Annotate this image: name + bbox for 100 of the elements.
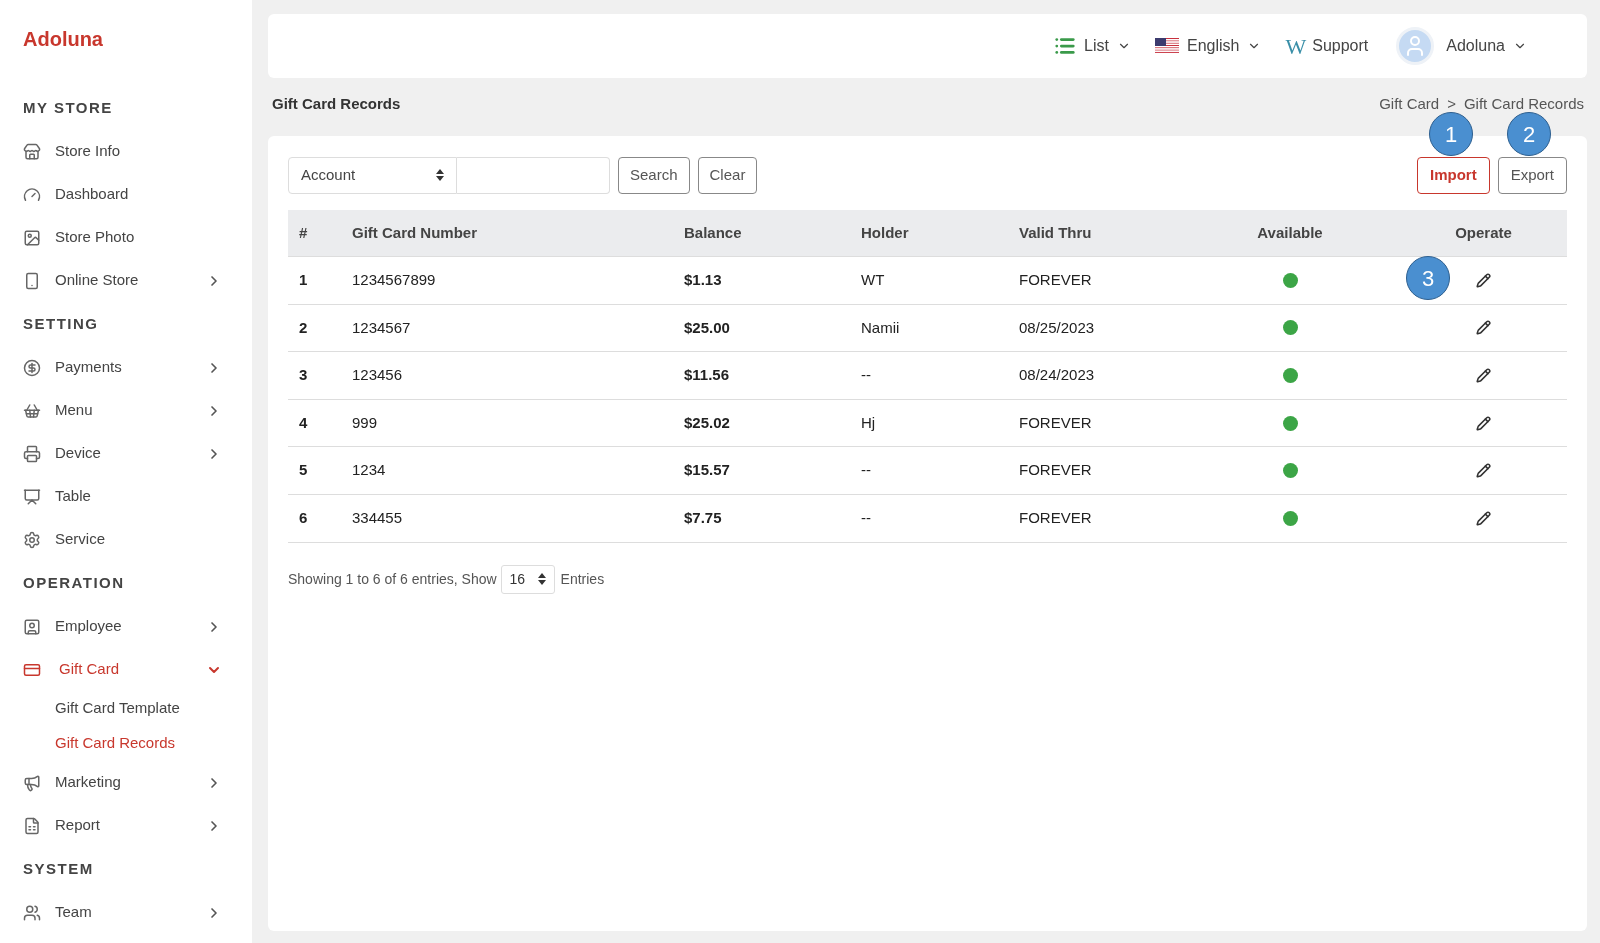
edit-icon[interactable] [1476,415,1491,431]
dollar-icon [23,358,41,377]
users-icon [23,903,41,922]
view-dropdown[interactable]: List [1054,34,1131,58]
page-size-select[interactable]: 16 [500,564,555,594]
brand-logo[interactable]: Adoluna [23,24,103,54]
column-header: # [298,222,309,243]
table-cell-text: 5 [298,460,308,481]
basket-icon [23,401,41,420]
spreadsheet-icon [23,816,41,835]
badge-icon [23,617,41,636]
column-header: Valid Thru [1019,222,1093,243]
sidebar-item[interactable]: Device [23,432,222,475]
edit-icon[interactable] [1476,320,1491,336]
table-cell-text: $1.13 [684,270,722,291]
clear-button[interactable]: Clear [697,156,758,194]
sidebar-item[interactable]: Store Photo [23,216,222,259]
table-cell-text: 1234567 [352,317,411,338]
column-header: Operate [1455,222,1512,243]
breadcrumb-separator: > [1447,93,1456,114]
gauge-icon [23,185,41,204]
sidebar-subitem[interactable]: Gift Card Template [55,691,180,726]
table-cell-text: Namii [861,317,900,338]
table-cell-text: FOREVER [1019,460,1092,481]
edit-icon[interactable] [1476,272,1491,288]
page-title: Gift Card Records [272,93,401,114]
table-cell-text: 4 [298,412,308,433]
table-cell-text: FOREVER [1019,270,1092,291]
table-cell-text: $15.57 [684,460,730,481]
table-cell-text: 123456 [352,365,403,386]
sidebar-item[interactable]: Table [23,475,222,518]
section-heading: SETTING [23,313,99,334]
table-cell-text: 08/25/2023 [1019,317,1095,338]
column-header: Balance [684,222,743,243]
column-header: Available [1257,222,1323,243]
table-cell-text: 6 [298,508,308,528]
section-heading: SYSTEM [23,858,94,879]
sidebar-item[interactable]: Menu [23,389,222,432]
table-cell-text: -- [861,508,871,528]
sidebar-item[interactable]: Dashboard [23,173,222,216]
entries-label: Entries [560,569,605,589]
user-menu[interactable]: Adoluna [1396,27,1527,65]
callout-marker: 2 [1507,112,1551,156]
language-dropdown[interactable]: English [1155,34,1262,58]
table-cell-text: $7.75 [684,508,722,528]
table-cell-text: FOREVER [1019,412,1092,433]
table-cell-text: 1234 [352,460,386,481]
section-heading: MY STORE [23,97,113,118]
sort-arrows-icon [436,169,444,181]
list-icon [1054,35,1077,57]
table-cell-text: $11.56 [684,365,730,386]
phone-icon [23,271,41,290]
sidebar-item[interactable]: Team [23,891,222,934]
table-cell-text: 334455 [352,508,403,528]
table-cell-text: 1 [298,270,308,291]
table-cell-text: -- [861,460,871,481]
column-header: Holder [861,222,910,243]
megaphone-icon [23,773,41,792]
table-cell-text: 2 [298,317,308,338]
table-cell-text: $25.02 [684,412,730,433]
table-cell-text: 999 [352,412,378,433]
table-cell-text: 08/24/2023 [1019,365,1095,386]
support-link[interactable]: W Support [1285,29,1369,63]
store-icon [23,142,41,161]
table-cell-text: -- [861,365,871,386]
table-cell-text: $25.00 [684,317,730,338]
table-cell-text: WT [861,270,885,291]
sidebar-item[interactable]: Marketing [23,761,222,804]
edit-icon[interactable] [1476,463,1491,479]
edit-icon[interactable] [1476,510,1491,526]
table-cell-text: 3 [298,365,308,386]
easel-icon [23,487,41,506]
callout-marker: 1 [1429,112,1473,156]
sidebar-item[interactable]: Payments [23,346,222,389]
search-field[interactable] [457,156,610,194]
table-cell-text: FOREVER [1019,508,1092,528]
sidebar-item[interactable]: Store Info [23,130,222,173]
section-heading: OPERATION [23,572,125,593]
avatar [1396,27,1435,65]
sidebar-item[interactable]: Online Store [23,259,222,302]
column-header: Gift Card Number [352,222,478,243]
sidebar-item[interactable]: Employee [23,605,222,648]
image-icon [23,228,41,247]
flag-icon [1155,38,1179,54]
sort-arrows-icon [537,573,546,586]
search-button[interactable]: Search [618,156,690,194]
sidebar-item[interactable]: Service [23,518,222,561]
edit-icon[interactable] [1476,368,1491,383]
support-logo: W [1285,32,1307,61]
sidebar-item[interactable]: Gift Card [23,648,222,691]
import-button[interactable]: Import [1416,156,1490,194]
sidebar-subitem[interactable]: Gift Card Records [55,726,176,761]
sidebar-item[interactable]: Report [23,804,222,847]
field-select[interactable]: Account [288,156,457,194]
gear-icon [23,530,41,549]
entries-summary: Showing 1 to 6 of 6 entries, Show [288,569,497,589]
table-cell-text: 1234567899 [352,270,436,291]
printer-icon [23,444,41,463]
table-cell-text: Hj [861,412,876,433]
export-button[interactable]: Export [1497,156,1567,194]
